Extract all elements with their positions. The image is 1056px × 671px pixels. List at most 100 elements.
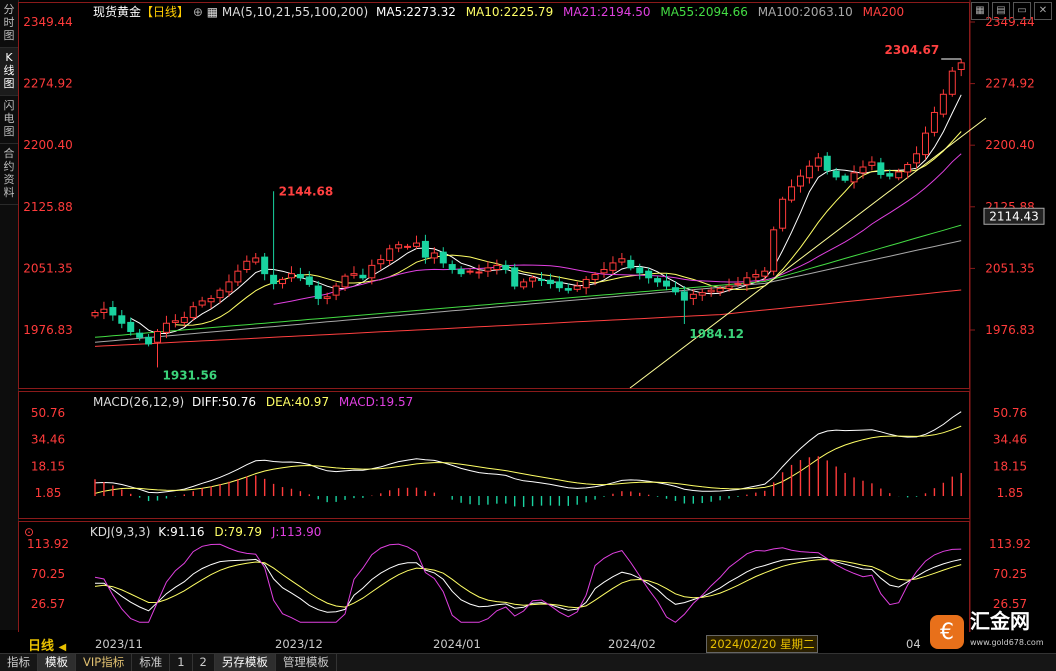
grid-icon[interactable]: ▦	[971, 2, 989, 20]
candle-body	[520, 281, 528, 288]
ma10-value: MA10:2225.79	[465, 5, 554, 19]
logo-name: 汇金网	[970, 609, 1030, 633]
kdj-k-value: K:91.16	[158, 525, 205, 539]
price-tick-right: 1976.83	[985, 323, 1035, 337]
gold678-logo-icon: €	[930, 615, 964, 649]
x-tick-label: 2023/11	[95, 637, 143, 651]
tab-flash[interactable]: 闪电图	[0, 96, 18, 144]
candle-body	[680, 291, 688, 301]
tab-indicator[interactable]: 指标	[0, 654, 38, 671]
candle-body	[457, 269, 465, 275]
candle-body	[270, 274, 278, 285]
close-icon[interactable]: ✕	[1034, 2, 1052, 20]
ma5-value: MA5:2273.32	[376, 5, 456, 19]
symbol-name: 现货黄金	[93, 5, 142, 19]
cursor-date-label: 2024/02/20 星期二	[706, 635, 819, 653]
candle-body	[493, 264, 501, 271]
kdj-tick-left: 26.57	[31, 597, 65, 611]
candle-body	[225, 281, 233, 293]
ma5-line	[130, 94, 962, 334]
candle-body	[305, 276, 313, 285]
candle-body	[636, 267, 644, 274]
candle-body	[618, 258, 626, 263]
price-tick-right: 2274.92	[985, 77, 1035, 91]
candle-body	[484, 267, 492, 272]
candle-body	[261, 256, 269, 275]
candle-body	[189, 306, 197, 318]
ma200-value: MA200	[862, 5, 905, 19]
tab-manage-template[interactable]: 管理模板	[276, 654, 337, 671]
low2-price-label: 1984.12	[689, 327, 744, 341]
tab-timeshare[interactable]: 分时图	[0, 0, 18, 48]
candle-body	[877, 162, 885, 175]
ma100-value: MA100:2063.10	[757, 5, 853, 19]
candle-body	[823, 155, 831, 171]
candle-body	[564, 288, 572, 291]
kdj-tick-left: 70.25	[31, 567, 65, 581]
candle-body	[154, 331, 162, 343]
candle-body	[698, 292, 706, 296]
pane-border	[18, 2, 970, 389]
period-button-label: 日线	[28, 639, 55, 654]
candle-body	[555, 281, 563, 289]
tab-page-1[interactable]: 1	[170, 654, 193, 671]
candle-body	[475, 271, 483, 274]
candle-body	[529, 277, 537, 282]
candle-body	[216, 289, 224, 299]
candle-body	[663, 280, 671, 287]
side-tab-panel: 分时图 K线图 闪电图 合约资料	[0, 0, 19, 630]
layout-icon[interactable]: ▤	[992, 2, 1010, 20]
kdj-settings-icon[interactable]: ⊙	[24, 525, 34, 539]
candle-body	[761, 270, 769, 277]
settings-icon[interactable]: ⊕	[193, 5, 203, 19]
tab-save-template[interactable]: 另存模板	[214, 654, 276, 671]
candle-body	[511, 267, 519, 287]
tab-standard[interactable]: 标准	[132, 654, 171, 671]
candle-body	[109, 307, 117, 316]
tab-page-2[interactable]: 2	[193, 654, 215, 671]
candle-body	[814, 157, 822, 167]
macd-tick-left: 1.85	[35, 486, 62, 500]
ma-toggle-icon[interactable]: ▦	[207, 5, 218, 19]
kdj-j-value: J:113.90	[271, 525, 322, 539]
candle-body	[145, 336, 153, 345]
candle-body	[689, 293, 697, 299]
candle-body	[314, 285, 322, 299]
kdj-tick-left: 113.92	[27, 537, 69, 551]
logo-url: www.gold678.com	[970, 638, 1044, 647]
price-tick-left: 2274.92	[23, 77, 73, 91]
candle-body	[788, 186, 796, 201]
candle-body	[386, 248, 394, 261]
candle-body	[582, 278, 590, 289]
tab-vip-indicator[interactable]: VIP指标	[76, 654, 133, 671]
candle-body	[127, 321, 135, 333]
tab-kline[interactable]: K线图	[0, 48, 18, 96]
high-price-label: 2304.67	[885, 43, 940, 57]
tab-contract-info[interactable]: 合约资料	[0, 144, 18, 205]
ma21-value: MA21:2194.50	[563, 5, 651, 19]
candle-body	[341, 275, 349, 288]
candle-body	[805, 165, 813, 179]
candle-body	[198, 300, 206, 306]
macd-dea-line	[94, 425, 962, 494]
macd-tick-right: 1.85	[997, 486, 1024, 500]
candle-body	[716, 288, 724, 293]
kdj-k-line	[94, 556, 962, 613]
minimize-icon[interactable]: ▭	[1013, 2, 1031, 20]
period-button[interactable]: 日线 ◀	[28, 635, 66, 654]
macd-value: MACD:19.57	[338, 395, 414, 409]
candle-body	[439, 251, 447, 264]
candle-body	[886, 173, 894, 177]
ma55-line	[94, 224, 962, 338]
candle-body	[734, 283, 742, 286]
candle-body	[948, 70, 956, 95]
ma-param-label: MA(5,10,21,55,100,200)	[221, 5, 369, 19]
candle-body	[100, 308, 108, 314]
x-tick-label: 2024/01	[433, 637, 481, 651]
candle-body	[913, 153, 921, 164]
candle-body	[287, 273, 295, 279]
candle-body	[600, 269, 608, 274]
tab-template[interactable]: 模板	[38, 654, 76, 671]
kdj-j-line	[94, 543, 962, 623]
price-tick-right: 2200.40	[985, 138, 1035, 152]
